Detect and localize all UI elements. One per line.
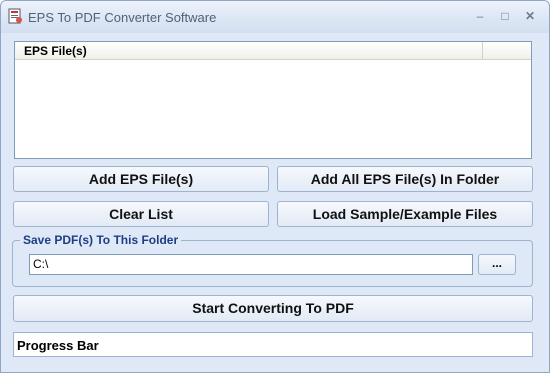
start-converting-button[interactable]: Start Converting To PDF — [13, 295, 533, 322]
progress-bar: Progress Bar — [13, 332, 533, 357]
close-button[interactable]: ✕ — [521, 8, 539, 24]
maximize-button[interactable]: □ — [496, 8, 514, 24]
column-header-eps-files[interactable]: EPS File(s) — [15, 42, 483, 60]
title-bar[interactable]: EPS To PDF Converter Software – □ ✕ — [1, 1, 549, 33]
output-folder-input[interactable]: C:\ — [29, 254, 473, 275]
output-folder-label: Save PDF(s) To This Folder — [20, 233, 182, 247]
main-window: EPS To PDF Converter Software – □ ✕ EPS … — [0, 0, 550, 373]
add-folder-button[interactable]: Add All EPS File(s) In Folder — [277, 166, 533, 192]
eps-file-list[interactable]: EPS File(s) — [14, 41, 532, 159]
load-samples-button[interactable]: Load Sample/Example Files — [277, 201, 533, 227]
progress-label: Progress Bar — [17, 338, 99, 353]
clear-list-button[interactable]: Clear List — [13, 201, 269, 227]
minimize-button[interactable]: – — [471, 8, 489, 24]
window-title: EPS To PDF Converter Software — [28, 10, 217, 25]
list-header: EPS File(s) — [15, 42, 531, 60]
browse-folder-button[interactable]: ... — [478, 254, 516, 275]
add-eps-files-button[interactable]: Add EPS File(s) — [13, 166, 269, 192]
app-icon[interactable] — [7, 8, 23, 24]
